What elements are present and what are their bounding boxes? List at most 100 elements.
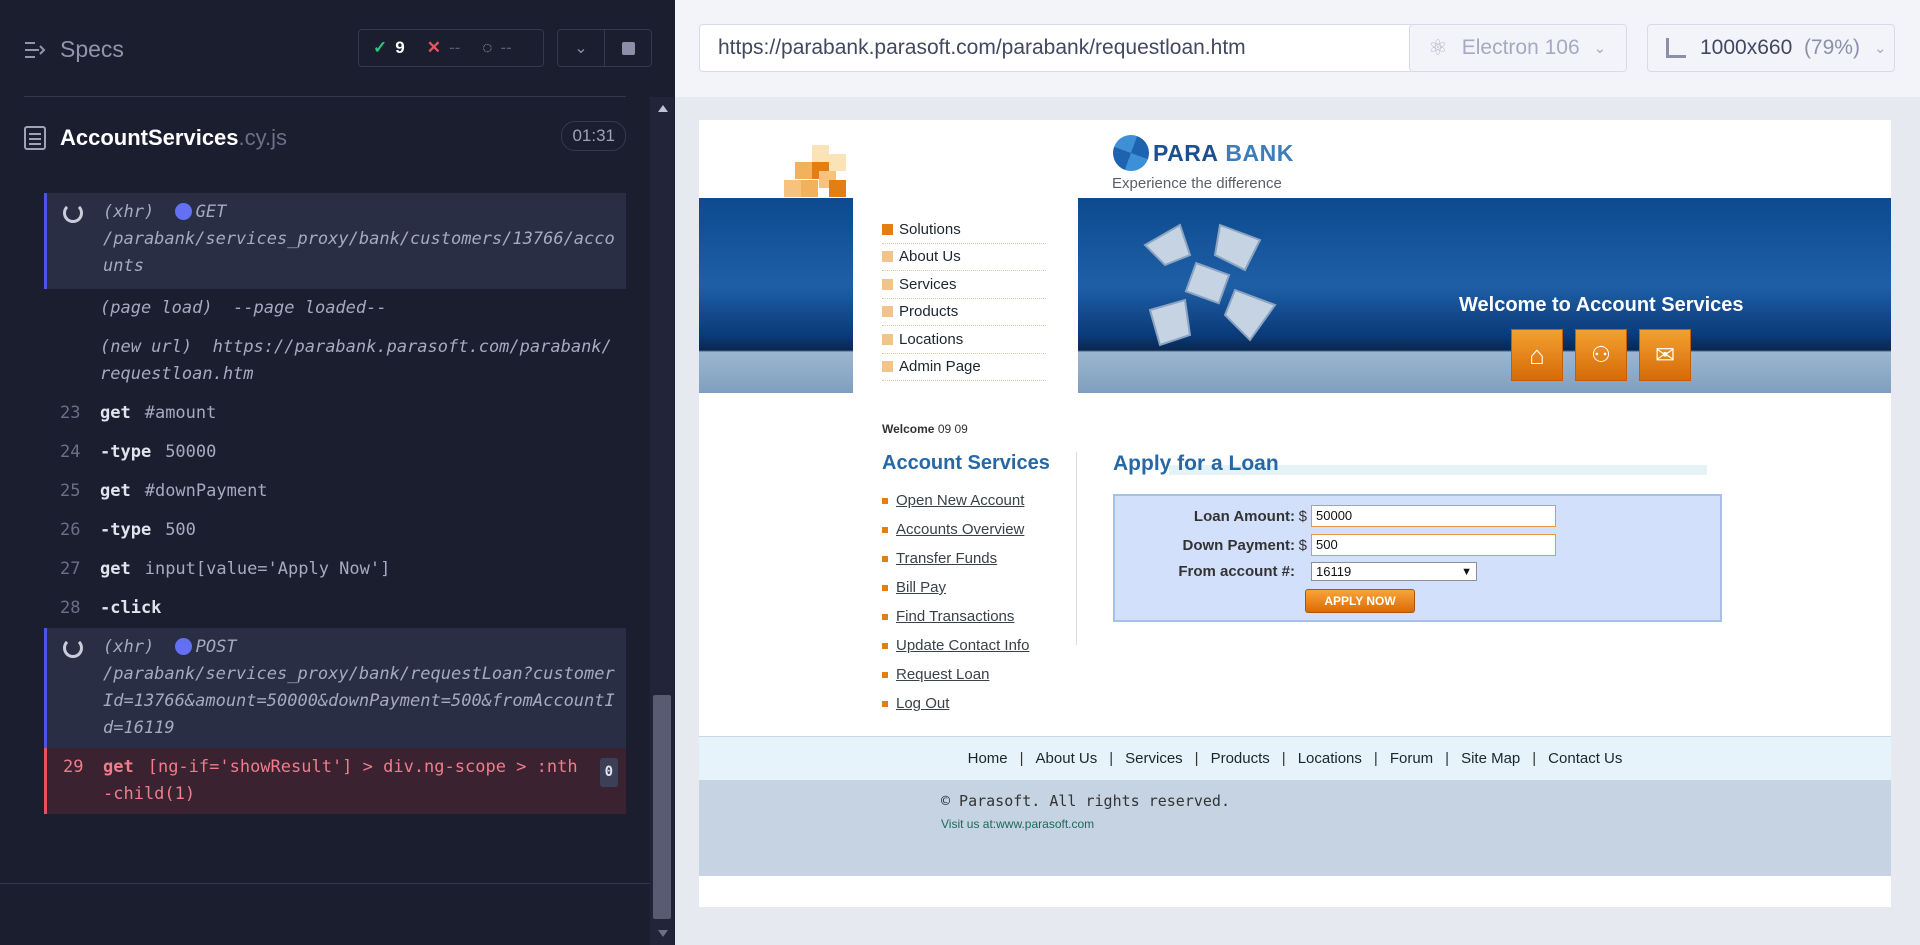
account-services-menu: Open New Account Accounts Overview Trans… [882, 486, 1029, 718]
footer-link-site-map[interactable]: Site Map [1461, 750, 1520, 767]
loan-title: Apply for a Loan [1113, 452, 1279, 475]
specs-toggle[interactable]: Specs [24, 36, 124, 63]
parasoft-link[interactable]: www.parasoft.com [996, 817, 1094, 831]
command-row[interactable]: 23 get #amount [44, 394, 626, 433]
command-log-scrollbar[interactable] [650, 97, 674, 945]
reporter-header: Specs ✓ 9 ✕ -- ◌ -- ⌄ [0, 0, 675, 97]
file-icon [24, 126, 46, 150]
from-account-label: From account #: [1178, 563, 1295, 580]
welcome-user: Welcome 09 09 [882, 422, 968, 436]
scroll-up-icon[interactable] [658, 105, 668, 112]
down-payment-label: Down Payment: [1182, 536, 1295, 554]
chevron-down-icon: ▼ [1461, 565, 1472, 578]
footer-link-locations[interactable]: Locations [1298, 750, 1362, 767]
link-find-transactions[interactable]: Find Transactions [882, 602, 1029, 631]
chevron-down-icon: ⌄ [1593, 40, 1607, 57]
collapse-button[interactable]: ⌄ [557, 29, 605, 67]
footer-link-services[interactable]: Services [1125, 750, 1183, 767]
people-icon: ⚇ [1591, 342, 1611, 367]
aut-header: https://parabank.parasoft.com/parabank/r… [675, 0, 1920, 97]
about-button[interactable]: ⚇ [1575, 329, 1627, 381]
spec-name: AccountServices [60, 125, 239, 150]
spinner-icon: ◌ [482, 38, 493, 57]
spinner-icon [63, 638, 83, 658]
footer [699, 780, 1891, 876]
element-count-badge: 0 [599, 758, 618, 787]
spec-duration: 01:31 [561, 121, 626, 151]
xhr-dot-icon [174, 638, 192, 655]
url-bar[interactable]: https://parabank.parasoft.com/parabank/r… [699, 24, 1414, 72]
command-row-failed[interactable]: 29 get [ng-if='showResult'] > div.ng-scop… [44, 748, 626, 814]
command-row[interactable]: 24 -type 50000 [44, 433, 626, 472]
footer-link-home[interactable]: Home [968, 750, 1008, 767]
spec-file-row[interactable]: AccountServices .cy.js 01:31 [24, 118, 626, 158]
link-accounts-overview[interactable]: Accounts Overview [882, 515, 1029, 544]
command-message: /parabank/services_proxy/bank/customers/… [103, 229, 615, 276]
divider [24, 96, 626, 97]
x-icon: ✕ [426, 38, 441, 57]
loan-amount-input[interactable]: 50000 [1311, 505, 1556, 527]
tagline: Experience the difference [1112, 175, 1282, 192]
command-row[interactable]: 27 get input[value='Apply Now'] [44, 550, 626, 589]
cubes-logo-graphic [784, 145, 854, 199]
home-button[interactable]: ⌂ [1511, 329, 1563, 381]
home-icon: ⌂ [1529, 339, 1545, 370]
nav-solutions[interactable]: Solutions [882, 216, 1046, 244]
stats-bar: ✓ 9 ✕ -- ◌ -- [358, 29, 544, 67]
divider [1076, 452, 1077, 645]
chevron-down-icon: ⌄ [574, 40, 588, 57]
passed-count: 9 [395, 38, 405, 57]
viewport-selector[interactable]: 1000x660 (79%) ⌄ [1647, 24, 1895, 72]
electron-icon: ⚛ [1428, 35, 1448, 60]
visit-us: Visit us at:www.parasoft.com [941, 817, 1095, 831]
viewport-size: 1000x660 [1700, 36, 1793, 59]
footer-link-about-us[interactable]: About Us [1036, 750, 1098, 767]
footer-link-products[interactable]: Products [1211, 750, 1270, 767]
command-row[interactable]: (xhr) GET/parabank/services_proxy/bank/c… [44, 193, 626, 289]
arrows-graphic-icon [1143, 223, 1277, 347]
nav-about-us[interactable]: About Us [882, 244, 1046, 271]
command-row[interactable]: (page load) --page loaded-- [44, 289, 626, 328]
command-row[interactable]: (new url) https://parabank.parasoft.com/… [44, 328, 626, 394]
logo-mark-icon [1107, 129, 1155, 177]
apply-now-button[interactable]: APPLY NOW [1305, 589, 1415, 613]
spinner-icon [63, 203, 83, 223]
divider [0, 883, 650, 884]
link-transfer-funds[interactable]: Transfer Funds [882, 544, 1029, 573]
scroll-down-icon[interactable] [658, 930, 668, 937]
command-row[interactable]: 28 -click [44, 589, 626, 628]
banner-title: Welcome to Account Services [1459, 294, 1744, 316]
scroll-thumb[interactable] [653, 695, 671, 919]
footer-nav: Home | About Us | Services | Products | Loca… [699, 736, 1891, 780]
link-open-new-account[interactable]: Open New Account [882, 486, 1029, 515]
pending-count: -- [500, 38, 512, 57]
link-bill-pay[interactable]: Bill Pay [882, 573, 1029, 602]
spec-ext: .cy.js [238, 125, 288, 150]
command-row[interactable]: 26 -type 500 [44, 511, 626, 550]
down-payment-input[interactable]: 500 [1311, 534, 1556, 556]
failed-count: -- [448, 38, 461, 57]
footer-link-contact-us[interactable]: Contact Us [1548, 750, 1622, 767]
stop-button[interactable] [604, 29, 652, 67]
browser-selector[interactable]: ⚛ Electron 106 ⌄ [1409, 24, 1627, 72]
link-update-contact-info[interactable]: Update Contact Info [882, 631, 1029, 660]
parabank-logo[interactable]: PARA BANK [1107, 129, 1294, 177]
stop-icon [621, 41, 635, 55]
command-row[interactable]: 25 get #downPayment [44, 472, 626, 511]
ruler-icon [1666, 38, 1686, 58]
nav-locations[interactable]: Locations [882, 326, 1046, 354]
nav-admin-page[interactable]: Admin Page [882, 354, 1046, 381]
loan-amount-label: Loan Amount: [1193, 507, 1295, 525]
nav-services[interactable]: Services [882, 271, 1046, 299]
link-request-loan[interactable]: Request Loan [882, 660, 1029, 689]
contact-button[interactable]: ✉ [1639, 329, 1691, 381]
app-under-test: PARA BANK Experience the difference Solu… [699, 120, 1891, 907]
browser-label: Electron 106 [1461, 36, 1580, 59]
top-nav: Solutions About Us Services Products Loc… [882, 216, 1046, 381]
link-log-out[interactable]: Log Out [882, 689, 1029, 718]
footer-link-forum[interactable]: Forum [1390, 750, 1433, 767]
command-row[interactable]: (xhr) POST/parabank/services_proxy/bank/… [44, 628, 626, 748]
nav-products[interactable]: Products [882, 299, 1046, 326]
specs-list-icon [25, 41, 46, 58]
from-account-select[interactable]: 16119 ▼ [1311, 562, 1477, 581]
